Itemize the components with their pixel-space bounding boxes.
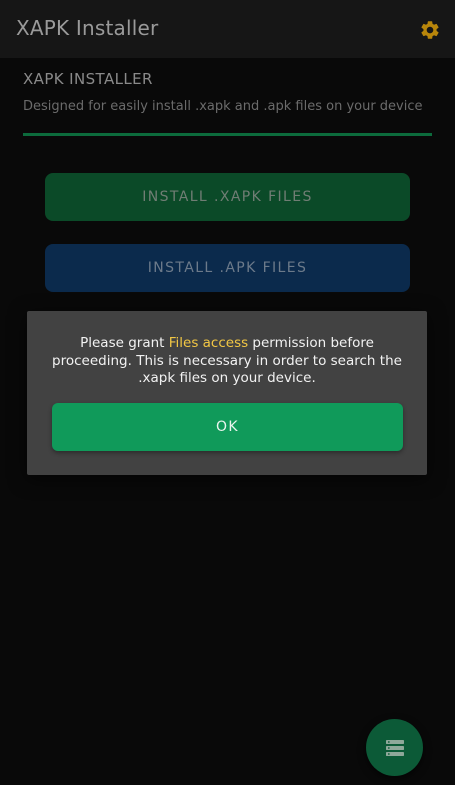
screen: XAPK Installer XAPK INSTALLER Designed f… [0, 0, 455, 785]
section-description: Designed for easily install .xapk and .a… [23, 99, 423, 114]
app-bar: XAPK Installer [0, 0, 455, 58]
list-icon [385, 739, 404, 756]
settings-button[interactable] [416, 16, 444, 44]
install-xapk-label: INSTALL .XAPK FILES [142, 189, 313, 205]
ok-button[interactable]: OK [52, 403, 403, 451]
gear-icon [421, 21, 439, 39]
dialog-message-start: Please grant [80, 335, 169, 351]
install-apk-label: INSTALL .APK FILES [147, 260, 308, 276]
section-title: XAPK INSTALLER [23, 70, 153, 88]
install-xapk-button[interactable]: INSTALL .XAPK FILES [45, 173, 410, 221]
fab-list-button[interactable] [366, 719, 423, 776]
install-apk-button[interactable]: INSTALL .APK FILES [45, 244, 410, 292]
permission-dialog: Please grant Files access permission bef… [27, 311, 427, 475]
app-title: XAPK Installer [16, 16, 159, 40]
ok-label: OK [215, 419, 239, 435]
dialog-message: Please grant Files access permission bef… [41, 335, 413, 388]
files-access-highlight: Files access [168, 335, 249, 351]
divider [23, 133, 432, 136]
